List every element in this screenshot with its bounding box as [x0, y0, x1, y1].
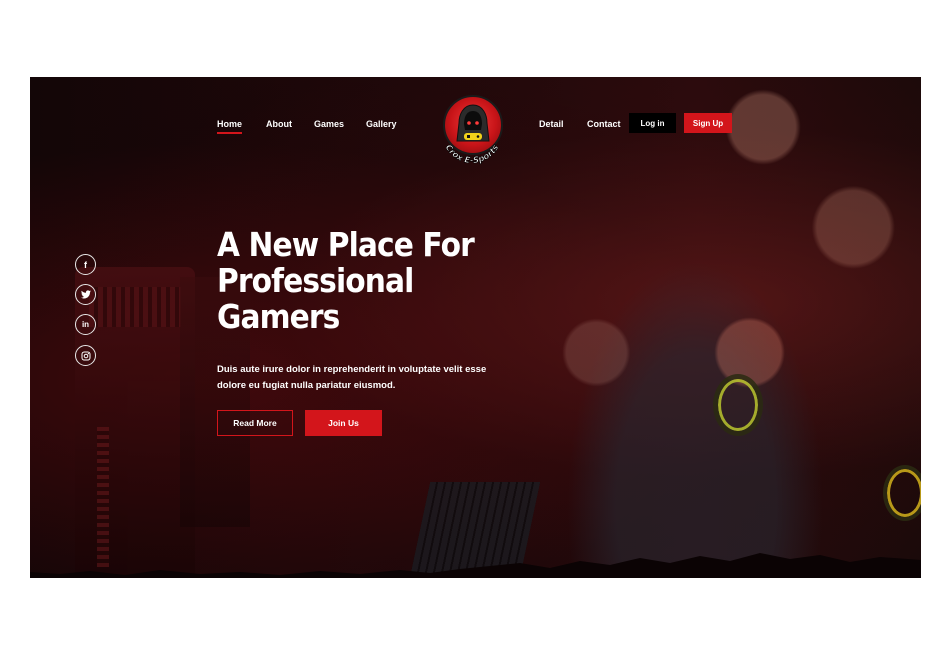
headline-line-2: Professional: [217, 261, 414, 300]
nav-home[interactable]: Home: [217, 119, 243, 134]
headline-line-1: A New Place For: [217, 225, 475, 264]
headline-line-3: Gamers: [217, 297, 340, 336]
nav-about[interactable]: About: [266, 119, 292, 129]
read-more-button[interactable]: Read More: [217, 410, 293, 436]
hero-headline: A New Place For Professional Gamers: [217, 227, 487, 335]
instagram-camera-icon: [81, 351, 90, 360]
headset-image: [713, 374, 763, 436]
gamers-photo: [470, 77, 921, 578]
signup-button[interactable]: Sign Up: [684, 113, 732, 133]
gaming-pc-case-image: [75, 267, 195, 578]
instagram-icon[interactable]: [75, 345, 96, 366]
join-us-button[interactable]: Join Us: [305, 410, 382, 436]
twitter-icon[interactable]: [75, 284, 96, 305]
hero-section: Home About Games Gallery Crox E-Sports D…: [30, 77, 921, 578]
svg-text:Crox E-Sports: Crox E-Sports: [443, 143, 502, 165]
headset-image-secondary: [883, 465, 921, 521]
facebook-icon[interactable]: f: [75, 254, 96, 275]
hero-description: Duis aute irure dolor in reprehenderit i…: [217, 364, 487, 391]
nav-games[interactable]: Games: [314, 119, 344, 129]
login-button[interactable]: Log in: [629, 113, 676, 133]
nav-detail[interactable]: Detail: [539, 119, 564, 129]
torn-edge-divider: [30, 553, 921, 578]
crox-esports-logo[interactable]: Crox E-Sports: [436, 93, 508, 165]
logo-wordmark: Crox E-Sports: [442, 143, 502, 165]
twitter-bird-icon: [80, 290, 91, 299]
nav-gallery[interactable]: Gallery: [366, 119, 397, 129]
linkedin-icon[interactable]: in: [75, 314, 96, 335]
nav-contact[interactable]: Contact: [587, 119, 621, 129]
